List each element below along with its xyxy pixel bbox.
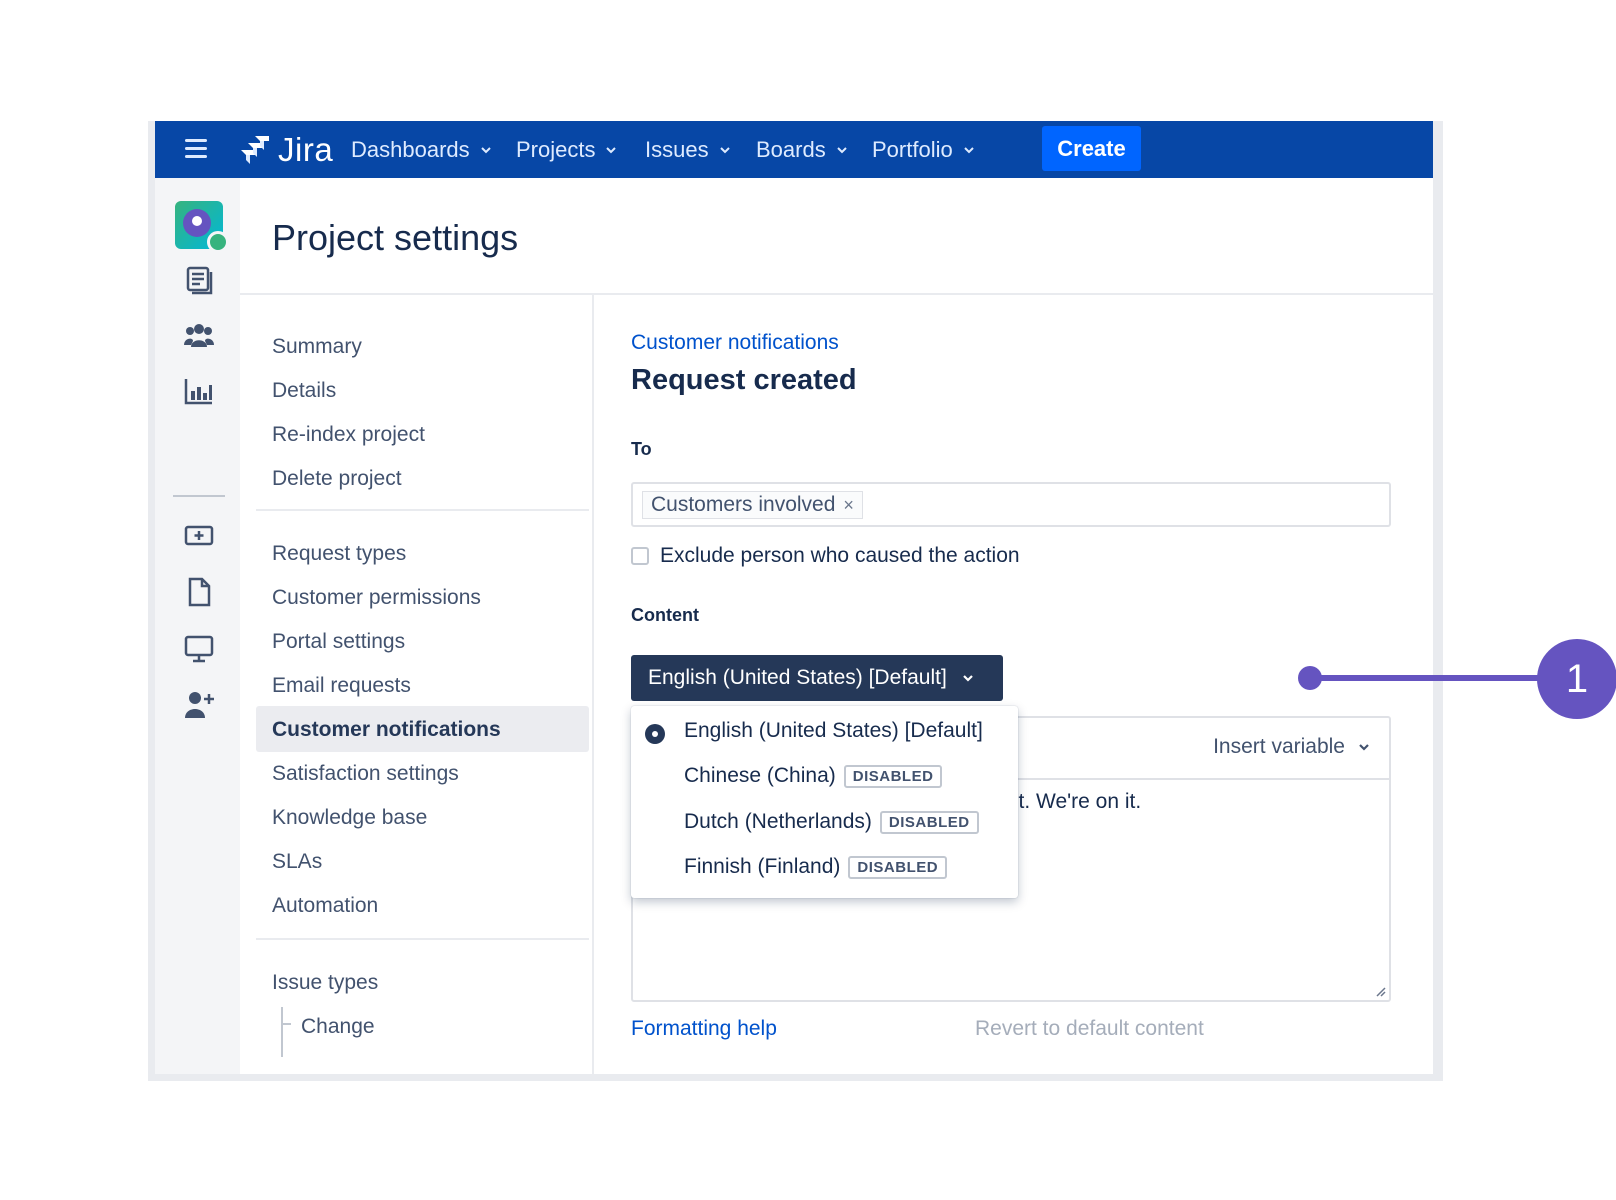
language-option-dutch[interactable]: Dutch (Netherlands) DISABLED	[684, 810, 979, 834]
formatting-help-link[interactable]: Formatting help	[631, 1017, 777, 1041]
tree-branch	[281, 1023, 291, 1025]
disabled-badge: DISABLED	[848, 855, 948, 879]
settings-nav-reindex[interactable]: Re-index project	[272, 423, 425, 447]
tree-line	[281, 1007, 283, 1057]
nav-issues[interactable]: Issues	[645, 121, 731, 178]
settings-nav-delete[interactable]: Delete project	[272, 467, 402, 491]
settings-nav-automation[interactable]: Automation	[272, 894, 378, 918]
notification-title: Request created	[631, 364, 857, 396]
resize-grip-icon[interactable]	[1374, 985, 1386, 997]
to-label: To	[631, 439, 652, 459]
settings-nav-divider	[256, 938, 589, 940]
jira-window: Jira Dashboards Projects Issues Boards P…	[148, 121, 1443, 1081]
nav-label: Portfolio	[872, 136, 953, 162]
chevron-down-icon	[837, 146, 847, 153]
project-avatar[interactable]	[175, 201, 229, 253]
settings-nav-customer-notifications[interactable]: Customer notifications	[272, 718, 501, 742]
insert-variable-button[interactable]: Insert variable	[1213, 735, 1371, 759]
invite-people-icon[interactable]	[183, 688, 215, 720]
portal-monitor-icon[interactable]	[183, 633, 215, 665]
content-label: Content	[631, 605, 699, 625]
disabled-badge: DISABLED	[843, 764, 943, 788]
exclude-actor-label[interactable]: Exclude person who caused the action	[660, 544, 1020, 568]
settings-nav-divider	[256, 509, 589, 511]
nav-projects[interactable]: Projects	[516, 121, 617, 178]
chevron-down-icon	[1359, 744, 1369, 751]
option-label: Finnish (Finland)	[684, 855, 841, 878]
option-label: English (United States) [Default]	[684, 719, 983, 742]
option-label: Chinese (China)	[684, 764, 836, 787]
chevron-down-icon	[606, 146, 617, 153]
revert-default-link[interactable]: Revert to default content	[975, 1017, 1204, 1041]
exclude-actor-checkbox[interactable]	[631, 547, 649, 565]
queues-icon[interactable]	[183, 264, 215, 296]
reports-icon[interactable]	[183, 375, 215, 407]
language-option-finnish[interactable]: Finnish (Finland) DISABLED	[684, 855, 948, 879]
nav-label: Projects	[516, 136, 596, 162]
page-title: Project settings	[272, 217, 519, 258]
callout-number-badge: 1	[1537, 639, 1616, 719]
option-label: Dutch (Netherlands)	[684, 810, 872, 833]
settings-nav-issue-types[interactable]: Issue types	[272, 971, 378, 995]
nav-boards[interactable]: Boards	[756, 121, 848, 178]
language-select-button[interactable]: English (United States) [Default]	[631, 655, 1003, 701]
add-to-queue-icon[interactable]	[183, 520, 215, 552]
callout-dot	[1298, 666, 1322, 690]
language-option-english[interactable]: English (United States) [Default]	[684, 719, 983, 743]
settings-nav-email-requests[interactable]: Email requests	[272, 674, 411, 698]
chevron-down-icon	[719, 146, 730, 153]
settings-nav-portal-settings[interactable]: Portal settings	[272, 630, 405, 654]
settings-nav-summary[interactable]: Summary	[272, 335, 362, 359]
chip-label: Customers involved	[651, 493, 836, 516]
nav-label: Boards	[756, 136, 826, 162]
avatar-face-icon	[183, 209, 211, 237]
breadcrumb-customer-notifications[interactable]: Customer notifications	[631, 331, 839, 355]
page-icon[interactable]	[183, 576, 215, 608]
callout-line	[1308, 675, 1541, 681]
jira-logo[interactable]: Jira	[238, 131, 333, 169]
language-dropdown-menu: English (United States) [Default] Chines…	[631, 706, 1018, 898]
settings-nav: Summary Details Re-index project Delete …	[256, 295, 594, 1074]
editor-text-visible: st. We're on it.	[1008, 790, 1142, 813]
nav-label: Issues	[645, 136, 709, 162]
hamburger-menu-icon[interactable]	[185, 139, 207, 159]
settings-nav-knowledge-base[interactable]: Knowledge base	[272, 806, 427, 830]
settings-nav-issue-type-change[interactable]: Change	[301, 1015, 375, 1039]
settings-nav-request-types[interactable]: Request types	[272, 542, 406, 566]
settings-nav-details[interactable]: Details	[272, 379, 336, 403]
settings-nav-customer-permissions[interactable]: Customer permissions	[272, 586, 481, 610]
disabled-badge: DISABLED	[879, 810, 979, 834]
settings-nav-slas[interactable]: SLAs	[272, 850, 322, 874]
project-sidebar-rail	[155, 178, 240, 1074]
settings-nav-satisfaction[interactable]: Satisfaction settings	[272, 762, 459, 786]
recipient-chip: Customers involved ×	[642, 491, 863, 519]
jira-logo-icon	[241, 136, 269, 164]
nav-dashboards[interactable]: Dashboards	[351, 121, 492, 178]
remove-chip-icon[interactable]: ×	[843, 495, 854, 516]
insert-variable-label: Insert variable	[1213, 735, 1345, 758]
language-select-label: English (United States) [Default]	[648, 666, 947, 689]
language-option-chinese[interactable]: Chinese (China) DISABLED	[684, 764, 943, 788]
service-desk-badge-icon	[207, 231, 229, 253]
customers-icon[interactable]	[183, 319, 215, 351]
create-button[interactable]: Create	[1042, 126, 1141, 171]
to-recipients-field[interactable]: Customers involved ×	[631, 482, 1391, 527]
chevron-down-icon	[964, 146, 974, 153]
chevron-down-icon	[963, 675, 973, 682]
logo-text: Jira	[278, 131, 334, 168]
nav-portfolio[interactable]: Portfolio	[872, 121, 975, 178]
top-navigation: Jira Dashboards Projects Issues Boards P…	[155, 121, 1433, 178]
nav-label: Dashboards	[351, 136, 470, 162]
rail-divider	[173, 495, 225, 497]
selected-radio-icon	[645, 724, 665, 744]
chevron-down-icon	[480, 146, 491, 153]
